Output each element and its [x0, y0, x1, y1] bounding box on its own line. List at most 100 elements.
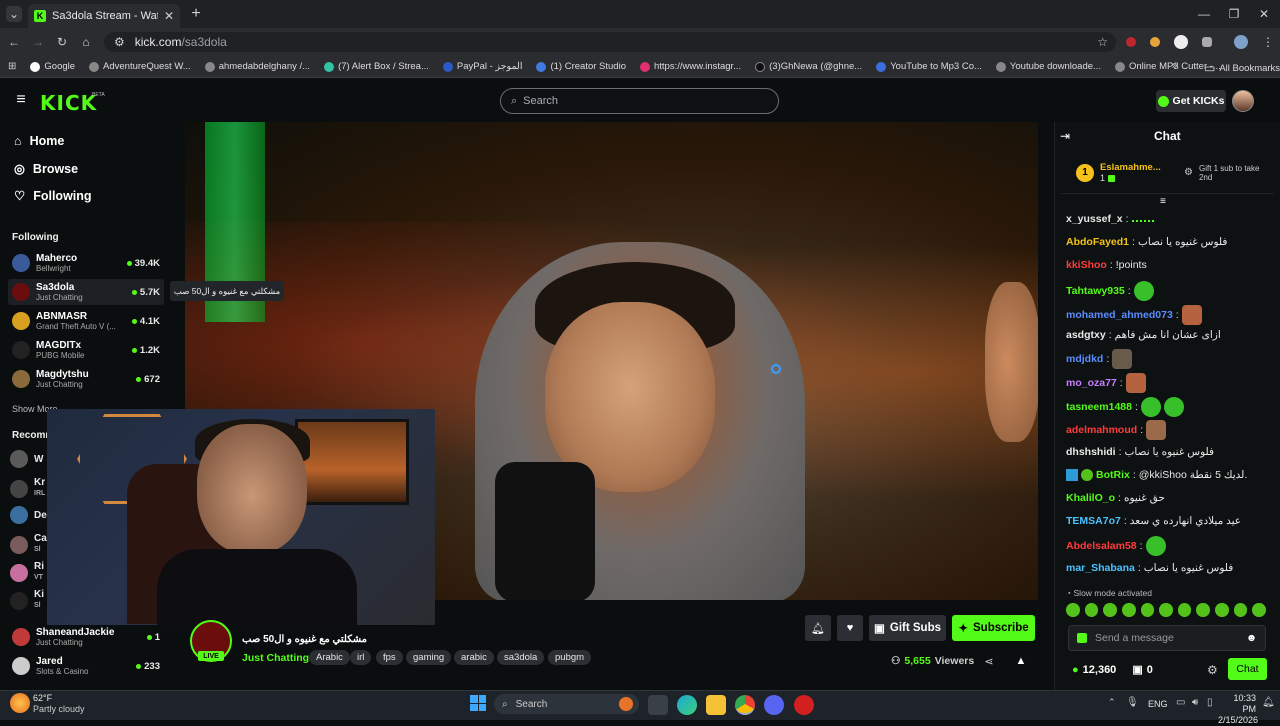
sidebar-channel[interactable]: ABNMASR Grand Theft Auto V (... 4.1K: [8, 308, 164, 334]
user-avatar[interactable]: [1232, 90, 1254, 112]
stream-tag[interactable]: irl: [350, 650, 372, 665]
sidebar-channel[interactable]: ShaneandJackie Just Chatting 1: [8, 624, 164, 650]
stream-category-link[interactable]: Just Chatting: [242, 652, 309, 664]
bookmark-item[interactable]: https://www.instagr...: [640, 61, 741, 72]
language-indicator[interactable]: ENG: [1148, 699, 1168, 709]
emote-button[interactable]: [1084, 603, 1099, 617]
bookmark-item[interactable]: PayPal - الموجز: [442, 61, 522, 72]
volume-icon[interactable]: 🔊︎: [1192, 697, 1198, 708]
nav-home[interactable]: ⌂ Home: [14, 134, 64, 148]
emote-button[interactable]: [1103, 603, 1117, 617]
battery-icon[interactable]: ▯: [1207, 697, 1213, 708]
sidebar-channel[interactable]: De: [10, 506, 47, 524]
emote-button[interactable]: [1066, 603, 1080, 617]
task-view-icon[interactable]: [648, 695, 668, 715]
emote-button[interactable]: [1215, 603, 1229, 617]
bookmark-item[interactable]: Youtube downloade...: [995, 61, 1101, 72]
emote-button[interactable]: [1159, 603, 1173, 617]
sidebar-channel[interactable]: W: [10, 450, 43, 468]
sidebar-channel[interactable]: Jared Slots & Casino 233: [8, 653, 164, 679]
extension-icon[interactable]: [1126, 37, 1136, 47]
bookmark-item[interactable]: AdventureQuest W...: [89, 61, 191, 72]
stream-tag[interactable]: Arabic: [309, 650, 350, 665]
stream-tag[interactable]: pubgm: [548, 650, 592, 665]
stream-tag[interactable]: arabic: [454, 650, 494, 665]
emote-button[interactable]: [1177, 603, 1192, 617]
home-icon[interactable]: ⌂: [78, 34, 94, 50]
leader-username[interactable]: Eslamahme...: [1100, 162, 1178, 173]
discord-icon[interactable]: [764, 695, 784, 715]
sidebar-channel[interactable]: Ki Sl: [10, 590, 44, 611]
sidebar-channel-active[interactable]: Sa3dola Just Chatting 5.7K: [8, 279, 164, 305]
bookmark-star-icon[interactable]: ☆: [1097, 35, 1108, 49]
chat-filter-icon[interactable]: ≡: [1160, 196, 1166, 207]
minimize-icon[interactable]: —: [1196, 6, 1212, 22]
get-kicks-button[interactable]: Get KICKs: [1156, 90, 1226, 112]
network-icon[interactable]: ▭: [1176, 697, 1185, 708]
emote-button[interactable]: [1233, 603, 1248, 617]
weather-icon[interactable]: [10, 693, 30, 713]
sidebar-channel[interactable]: MAGDITx PUBG Mobile 1.2K: [8, 337, 164, 363]
bookmark-item[interactable]: (3)GhNewa (@ghne...: [755, 61, 862, 72]
kick-logo[interactable]: KICK: [40, 91, 97, 115]
extension-icon[interactable]: [1150, 37, 1160, 47]
sidebar-channel[interactable]: Ca Sl: [10, 534, 47, 555]
stream-tag[interactable]: sa3dola: [497, 650, 545, 665]
address-bar[interactable]: ⚙ kick.com/sa3dola ☆: [104, 32, 1116, 52]
sidebar-channel[interactable]: Kr IRL: [10, 478, 45, 499]
menu-kebab-icon[interactable]: ⋮: [1262, 35, 1274, 49]
bookmark-item[interactable]: ahmedabdelghany /...: [204, 61, 310, 72]
new-tab-icon[interactable]: +: [188, 5, 204, 22]
stream-tag[interactable]: fps: [376, 650, 403, 665]
bookmark-item[interactable]: Google: [30, 61, 75, 72]
apps-grid-icon[interactable]: ⊞: [8, 61, 16, 72]
collapse-chat-icon[interactable]: ⇥: [1060, 129, 1070, 143]
gift-subs-button[interactable]: ▣ Gift Subs: [869, 615, 946, 641]
close-window-icon[interactable]: ✕: [1256, 6, 1272, 22]
bookmark-item[interactable]: (7) Alert Box / Strea...: [324, 61, 429, 72]
tab-search-icon[interactable]: ⌄: [6, 6, 22, 22]
profile-avatar[interactable]: [1234, 35, 1248, 49]
more-bookmarks-icon[interactable]: »: [1172, 60, 1178, 71]
clock[interactable]: 10:33 PM 2/15/2026: [1218, 693, 1258, 726]
follow-heart-button[interactable]: ♥: [837, 615, 863, 641]
chrome-icon[interactable]: [735, 695, 755, 715]
notifications-bell-icon[interactable]: 🔔︎: [1262, 697, 1275, 708]
emote-button[interactable]: [1140, 603, 1155, 617]
sidebar-channel[interactable]: Maherco Bellwright 39.4K: [8, 250, 164, 276]
stream-tag[interactable]: gaming: [406, 650, 452, 665]
bookmark-item[interactable]: (1) Creator Studio: [536, 61, 626, 72]
back-icon[interactable]: ←: [6, 34, 22, 50]
forward-icon[interactable]: →: [30, 34, 46, 50]
bookmark-item[interactable]: YouTube to Mp3 Co...: [876, 61, 982, 72]
extensions-puzzle-icon[interactable]: [1202, 37, 1212, 47]
emote-button[interactable]: [1196, 603, 1211, 617]
nav-following[interactable]: ♡ Following: [14, 188, 92, 204]
emote-button[interactable]: [1121, 603, 1136, 617]
report-warning-icon[interactable]: ▲: [1015, 655, 1027, 667]
windows-start-icon[interactable]: [470, 695, 486, 711]
reload-icon[interactable]: ↻: [54, 34, 70, 50]
nav-browse[interactable]: ◎ Browse: [14, 161, 78, 177]
app-icon[interactable]: [794, 695, 814, 715]
emoji-icon[interactable]: ☻: [1246, 632, 1257, 644]
hamburger-menu-icon[interactable]: ≡: [14, 91, 28, 108]
all-bookmarks[interactable]: ▭ All Bookmarks: [1204, 61, 1280, 75]
sidebar-channel[interactable]: Ri VT: [10, 562, 44, 583]
search-input[interactable]: ⌕ Search: [500, 88, 779, 114]
chat-settings-gear-icon[interactable]: ⚙: [1207, 663, 1218, 677]
site-info-icon[interactable]: ⚙: [114, 35, 125, 49]
tab-close-icon[interactable]: ✕: [164, 9, 174, 23]
edge-icon[interactable]: [677, 695, 697, 715]
extension-icon[interactable]: [1174, 35, 1188, 49]
subscribe-button[interactable]: ✦ Subscribe: [952, 615, 1035, 641]
chat-input[interactable]: Send a message ☻: [1068, 625, 1266, 651]
file-explorer-icon[interactable]: [706, 695, 726, 715]
chat-send-button[interactable]: Chat: [1228, 658, 1267, 680]
maximize-icon[interactable]: ❐: [1226, 6, 1242, 22]
emote-button[interactable]: [1252, 603, 1267, 617]
weather-widget[interactable]: 62°F Partly cloudy: [33, 693, 85, 715]
browser-tab-active[interactable]: K Sa3dola Stream - Watch Live on Kick ✕: [28, 4, 180, 28]
microphone-icon[interactable]: 🎙︎: [1126, 697, 1139, 708]
notification-bell-button[interactable]: 🔔︎: [805, 615, 831, 641]
